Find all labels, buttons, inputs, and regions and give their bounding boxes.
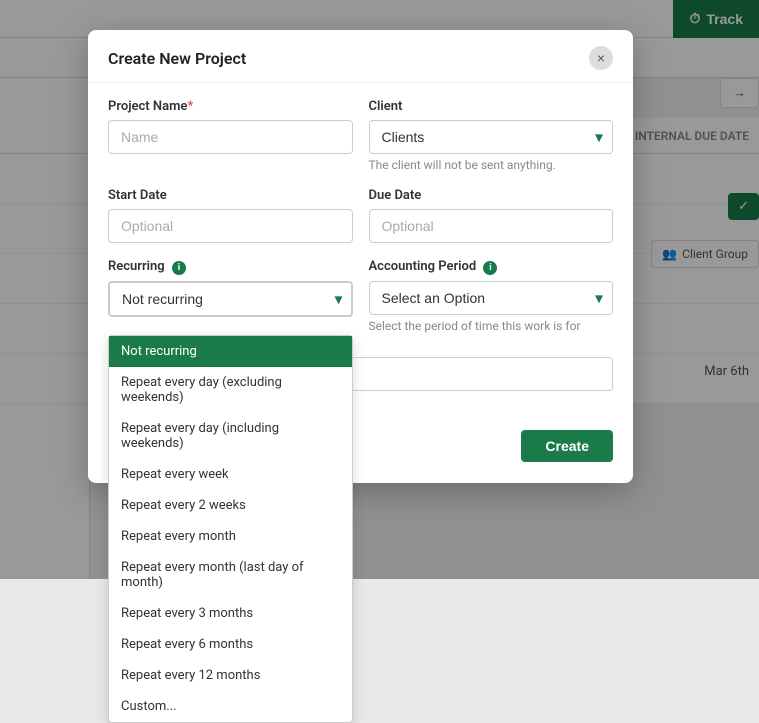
accounting-period-label: Accounting Period i — [369, 259, 614, 275]
recurring-select[interactable]: Not recurring — [108, 281, 353, 317]
accounting-hint: Select the period of time this work is f… — [369, 319, 614, 333]
modal-body: Project Name* Client Clients ▾ The clien… — [88, 83, 633, 349]
modal-title: Create New Project — [108, 49, 246, 68]
dropdown-item-2weeks[interactable]: Repeat every 2 weeks — [109, 490, 352, 521]
accounting-info-icon[interactable]: i — [483, 261, 497, 275]
recurring-select-wrapper: Not recurring ▾ — [108, 281, 353, 317]
required-asterisk: * — [187, 99, 193, 114]
accounting-select-wrapper: Select an Option ▾ — [369, 281, 614, 315]
client-select-wrapper: Clients ▾ — [369, 120, 614, 154]
dropdown-item-3months[interactable]: Repeat every 3 months — [109, 598, 352, 629]
due-date-input[interactable] — [369, 209, 614, 243]
dropdown-item-day-excl[interactable]: Repeat every day (excluding weekends) — [109, 367, 352, 413]
modal-header: Create New Project × — [88, 30, 633, 83]
recurring-group: Recurring i Not recurring ▾ Not recurrin… — [108, 259, 353, 333]
client-hint: The client will not be sent anything. — [369, 158, 614, 172]
start-date-input[interactable] — [108, 209, 353, 243]
dropdown-item-month[interactable]: Repeat every month — [109, 521, 352, 552]
dropdown-item-custom[interactable]: Custom... — [109, 691, 352, 722]
form-row-1: Project Name* Client Clients ▾ The clien… — [108, 99, 613, 172]
close-icon: × — [597, 50, 605, 66]
due-date-group: Due Date — [369, 188, 614, 243]
recurring-dropdown: Not recurring Repeat every day (excludin… — [108, 335, 353, 723]
dropdown-item-not-recurring[interactable]: Not recurring — [109, 336, 352, 367]
accounting-period-select[interactable]: Select an Option — [369, 281, 614, 315]
recurring-label: Recurring i — [108, 259, 353, 275]
dropdown-item-6months[interactable]: Repeat every 6 months — [109, 629, 352, 660]
project-name-label: Project Name* — [108, 99, 353, 114]
client-label: Client — [369, 99, 614, 114]
client-select[interactable]: Clients — [369, 120, 614, 154]
accounting-period-group: Accounting Period i Select an Option ▾ S… — [369, 259, 614, 333]
modal-close-button[interactable]: × — [589, 46, 613, 70]
recurring-info-icon[interactable]: i — [172, 261, 186, 275]
dropdown-item-week[interactable]: Repeat every week — [109, 459, 352, 490]
start-date-group: Start Date — [108, 188, 353, 243]
modal-create-project: Create New Project × Project Name* Clien… — [88, 30, 633, 483]
start-date-label: Start Date — [108, 188, 353, 203]
form-row-3: Recurring i Not recurring ▾ Not recurrin… — [108, 259, 613, 333]
due-date-label: Due Date — [369, 188, 614, 203]
dropdown-item-day-incl[interactable]: Repeat every day (including weekends) — [109, 413, 352, 459]
form-row-2: Start Date Due Date — [108, 188, 613, 243]
client-group: Client Clients ▾ The client will not be … — [369, 99, 614, 172]
create-button[interactable]: Create — [521, 430, 613, 462]
project-name-group: Project Name* — [108, 99, 353, 172]
dropdown-item-12months[interactable]: Repeat every 12 months — [109, 660, 352, 691]
dropdown-item-month-last[interactable]: Repeat every month (last day of month) — [109, 552, 352, 598]
project-name-input[interactable] — [108, 120, 353, 154]
